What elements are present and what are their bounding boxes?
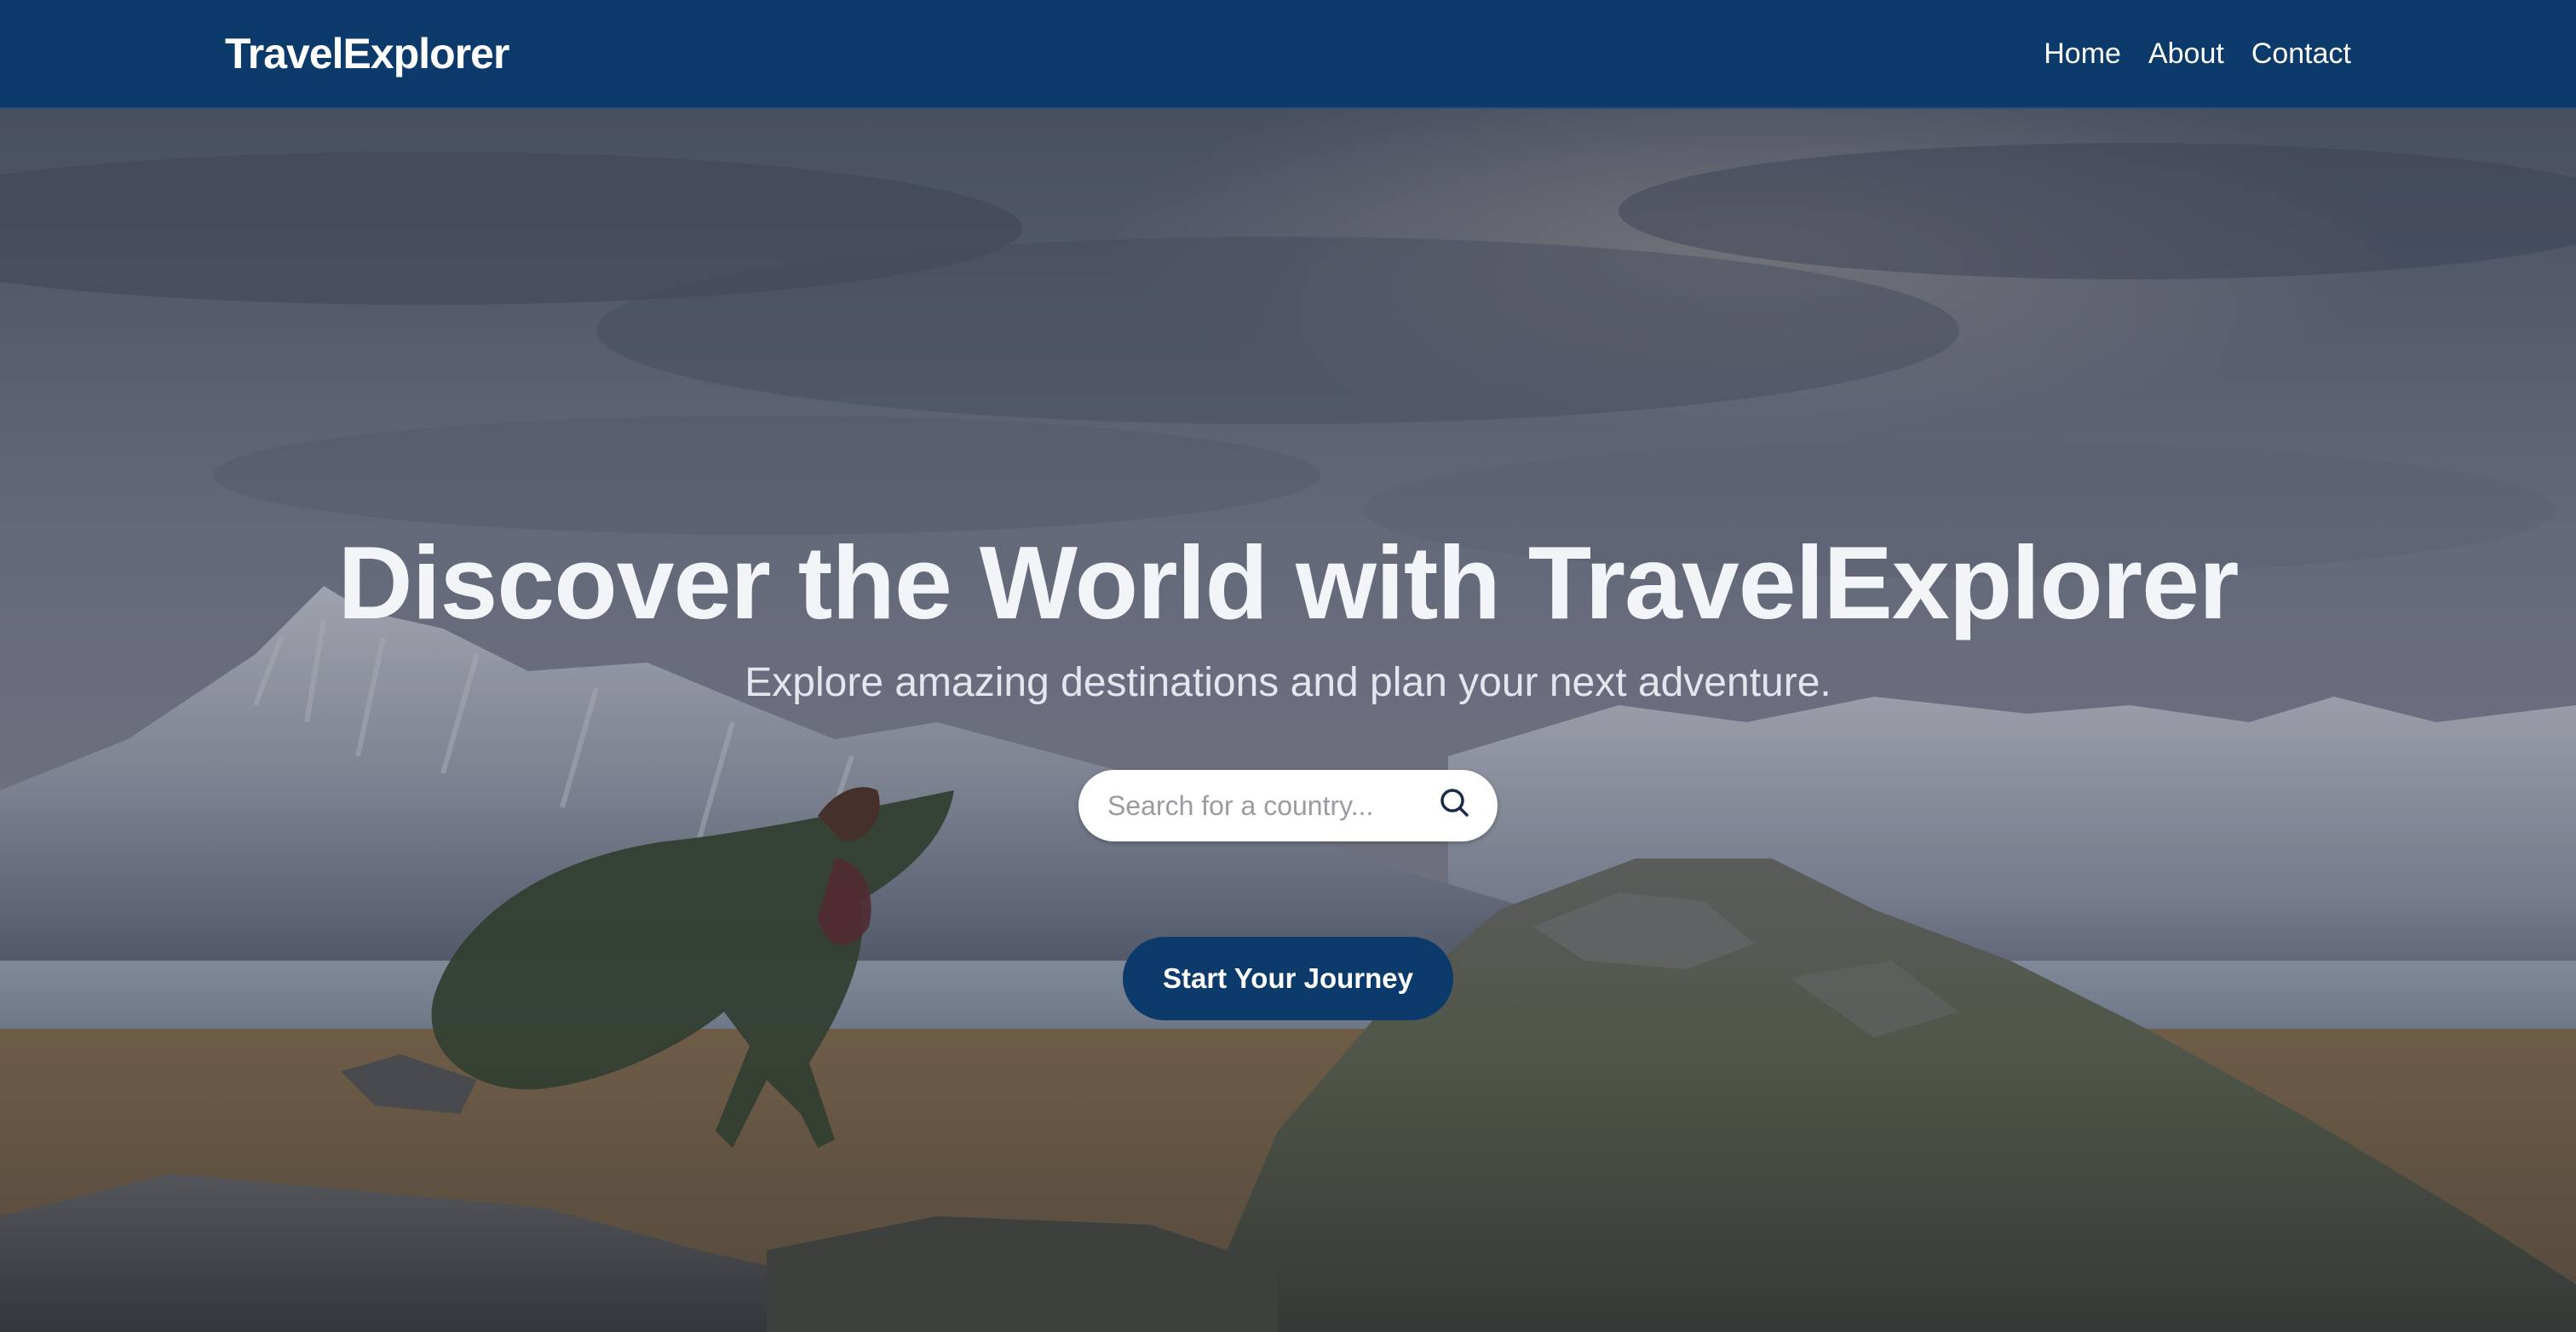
search-icon[interactable] [1436, 785, 1474, 823]
page: TravelExplorer Home About Contact Discov… [0, 0, 2576, 1332]
nav-link-home[interactable]: Home [2044, 32, 2121, 75]
hero-subtitle: Explore amazing destinations and plan yo… [745, 660, 1831, 705]
nav-link-about[interactable]: About [2148, 32, 2224, 75]
hero-overlay [0, 109, 2576, 1332]
brand-logo[interactable]: TravelExplorer [225, 26, 509, 82]
start-journey-button[interactable]: Start Your Journey [1123, 937, 1453, 1020]
search-input[interactable] [1106, 780, 1421, 831]
hero-section: Discover the World with TravelExplorer E… [0, 109, 2576, 1332]
search-box [1078, 770, 1498, 841]
hero-title: Discover the World with TravelExplorer [337, 525, 2240, 640]
navbar: TravelExplorer Home About Contact [0, 0, 2576, 109]
nav-links: Home About Contact [2044, 32, 2351, 75]
nav-link-contact[interactable]: Contact [2251, 32, 2351, 75]
